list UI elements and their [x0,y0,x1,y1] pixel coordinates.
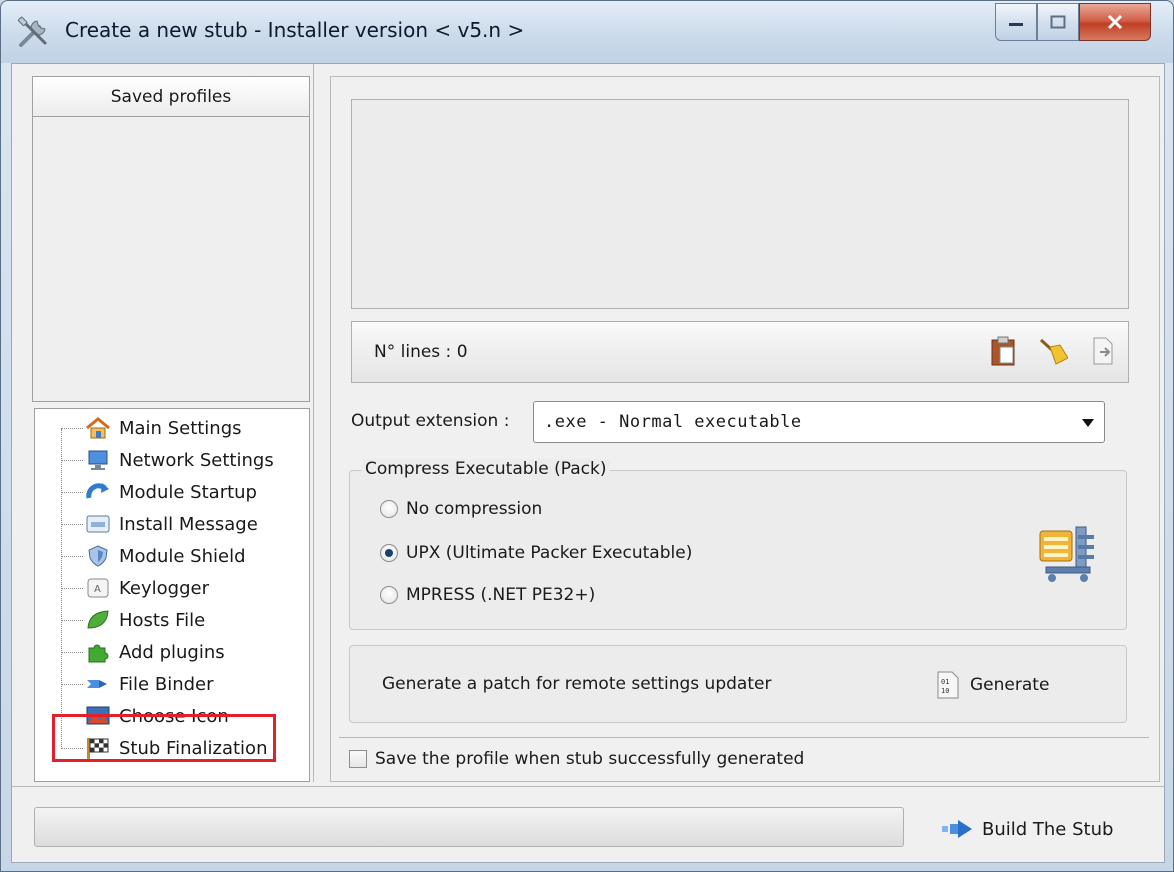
compress-group-title: Compress Executable (Pack) [362,459,610,479]
close-icon [1107,14,1123,30]
radio-label: MPRESS (.NET PE32+) [406,585,596,605]
tree-item-label: Module Startup [119,481,257,503]
puzzle-icon [85,639,111,665]
compress-group: Compress Executable (Pack) No compressio… [349,459,1127,630]
lines-count: N° lines : 0 [374,342,468,362]
clipboard-icon [991,336,1015,366]
binary-file-icon: 01 10 [934,671,962,699]
tree-item-label: Add plugins [119,641,225,663]
save-profile-option[interactable]: Save the profile when stub successfully … [349,749,804,769]
svg-text:10: 10 [941,687,949,695]
paste-button[interactable] [988,334,1018,368]
tree-item-main-settings[interactable]: Main Settings [61,413,242,443]
build-arrow-icon [940,817,974,841]
build-stub-button[interactable]: Build The Stub [940,809,1113,849]
minimize-icon [1009,23,1023,26]
radio-label: UPX (Ultimate Packer Executable) [406,543,693,563]
left-pane: Saved profiles Main Settings Network Set… [16,64,314,782]
app-window: Create a new stub - Installer version < … [0,0,1174,872]
tree-item-network-settings[interactable]: Network Settings [61,445,274,475]
tree-item-label: Hosts File [119,609,206,631]
build-label: Build The Stub [982,818,1114,840]
radio-button[interactable] [380,544,398,562]
leaf-icon [85,607,111,633]
keyboard-key-icon: A [85,575,111,601]
radio-button[interactable] [380,500,398,518]
bottom-bar: Build The Stub [12,786,1164,862]
tree-item-add-plugins[interactable]: Add plugins [61,637,225,667]
save-profile-checkbox[interactable] [349,750,367,768]
message-box-icon [85,511,111,537]
tree-item-label: File Binder [119,673,214,695]
svg-text:A: A [94,584,101,595]
patch-group: Generate a patch for remote settings upd… [349,645,1127,723]
selection-highlight-box [52,714,276,762]
tree-item-hosts-file[interactable]: Hosts File [61,605,205,635]
compress-vise-icon [1039,526,1094,582]
broom-icon [1039,338,1068,365]
tree-item-label: Install Message [119,513,258,535]
output-text-area[interactable] [351,99,1129,309]
build-progress-bar [34,807,904,847]
lines-toolbar: N° lines : 0 [351,321,1129,383]
tree-item-label: Network Settings [119,449,274,471]
window-controls [995,3,1151,45]
tree-item-install-message[interactable]: Install Message [61,509,258,539]
save-profile-label: Save the profile when stub successfully … [375,749,805,769]
shield-icon [85,543,111,569]
tree-item-module-startup[interactable]: Module Startup [61,477,257,507]
saved-profiles-header: Saved profiles [33,77,309,117]
title-bar[interactable]: Create a new stub - Installer version < … [1,1,1173,63]
binder-arrow-icon [85,671,111,697]
svg-text:01: 01 [941,678,949,686]
output-extension-select[interactable]: .exe - Normal executable [533,401,1105,443]
generate-button[interactable]: 01 10 Generate [934,668,1049,702]
window-title: Create a new stub - Installer version < … [65,18,525,42]
tree-item-file-binder[interactable]: File Binder [61,669,214,699]
maximize-icon [1050,15,1066,29]
dropdown-arrow-icon [1082,419,1094,427]
tree-item-module-shield[interactable]: Module Shield [61,541,246,571]
maximize-button[interactable] [1037,3,1079,41]
lines-toolbar-icons [988,334,1118,368]
minimize-button[interactable] [995,3,1037,41]
radio-mpress[interactable]: MPRESS (.NET PE32+) [380,585,595,605]
patch-description: Generate a patch for remote settings upd… [382,674,772,694]
client-area: Saved profiles Main Settings Network Set… [11,63,1165,863]
home-icon [85,415,111,441]
monitor-icon [85,447,111,473]
output-extension-label: Output extension : [351,411,510,431]
tree-item-keylogger[interactable]: A Keylogger [61,573,209,603]
radio-label: No compression [406,499,543,519]
radio-upx[interactable]: UPX (Ultimate Packer Executable) [380,543,692,563]
generate-label: Generate [970,675,1050,695]
tools-icon [17,16,47,47]
output-extension-value: .exe - Normal executable [544,412,802,432]
close-button[interactable] [1079,3,1151,41]
file-export-icon [1093,337,1113,365]
tree-item-label: Keylogger [119,577,209,599]
startup-arrow-icon [85,479,111,505]
tree-item-label: Main Settings [119,417,242,439]
radio-no-compression[interactable]: No compression [380,499,542,519]
divider [339,737,1149,738]
tree-item-label: Module Shield [119,545,246,567]
export-button[interactable] [1088,334,1118,368]
radio-button[interactable] [380,586,398,604]
right-pane: N° lines : 0 Output extension : .exe - N… [330,76,1160,782]
saved-profiles-list[interactable]: Saved profiles [32,76,310,402]
clear-button[interactable] [1038,334,1068,368]
